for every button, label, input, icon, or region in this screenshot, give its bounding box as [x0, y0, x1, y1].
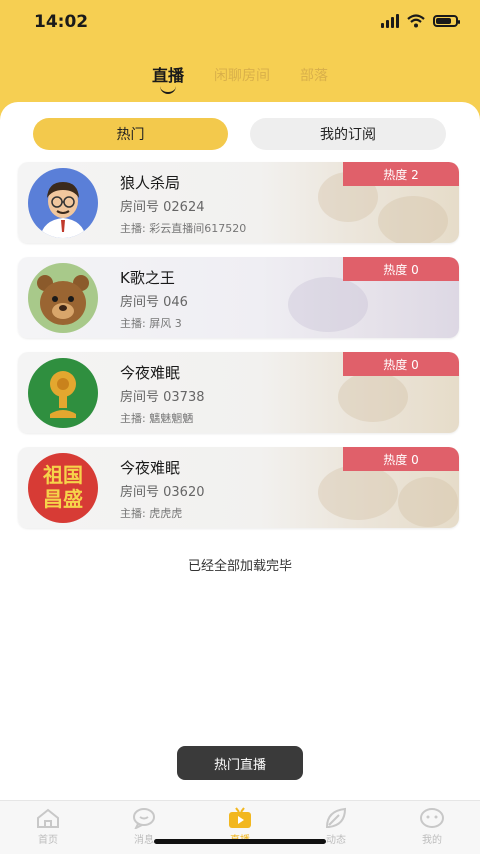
tab-live-label: 直播 — [151, 66, 184, 85]
room-card[interactable]: 祖国昌盛 今夜难眠 房间号 03620 主播: 虎虎虎 热度 0 — [18, 447, 459, 528]
room-number: 房间号 046 — [120, 295, 188, 310]
tab-home[interactable]: 首页 — [18, 807, 78, 846]
battery-icon — [433, 15, 460, 27]
bear-avatar — [28, 263, 98, 333]
room-name: 狼人杀局 — [120, 174, 181, 192]
tab-profile-label: 我的 — [422, 835, 442, 846]
room-number: 房间号 03620 — [120, 485, 205, 500]
room-name: 今夜难眠 — [120, 459, 181, 477]
home-icon — [37, 808, 59, 828]
live-tv-icon — [229, 807, 251, 828]
room-host: 主播: 彩云直播间617520 — [120, 222, 247, 235]
status-icons — [381, 14, 460, 28]
tab-profile[interactable]: 我的 — [402, 807, 462, 846]
top-tabs: 直播 闲聊房间 部落 — [0, 62, 480, 96]
calligraphy-avatar: 祖国昌盛 — [28, 453, 98, 523]
hot-live-button[interactable]: 热门直播 — [177, 746, 303, 780]
segment-subscribed[interactable]: 我的订阅 — [250, 118, 446, 150]
man-with-glasses-avatar — [28, 168, 98, 238]
tab-feed-label: 动态 — [326, 835, 346, 846]
bottom-tabbar: 首页 消息 直播 动态 我的 — [0, 800, 480, 854]
status-time: 14:02 — [34, 12, 89, 32]
room-number: 房间号 03738 — [120, 390, 205, 405]
room-host: 主播: 魑魅魍魉 — [120, 412, 194, 425]
tab-messages-label: 消息 — [134, 835, 154, 846]
room-card[interactable]: 今夜难眠 房间号 03738 主播: 魑魅魍魉 热度 0 — [18, 352, 459, 433]
room-name: 今夜难眠 — [120, 364, 181, 382]
tab-tribe[interactable]: 部落 — [300, 62, 328, 96]
chat-icon — [133, 808, 155, 829]
all-loaded-text: 已经全部加载完毕 — [187, 559, 292, 574]
home-indicator — [154, 839, 326, 844]
face-icon — [420, 808, 444, 828]
heat-badge: 热度 2 — [343, 162, 459, 186]
leaf-icon — [325, 807, 347, 828]
room-card[interactable]: 狼人杀局 房间号 02624 主播: 彩云直播间617520 热度 2 — [18, 162, 459, 243]
heat-badge: 热度 0 — [343, 447, 459, 471]
signal-icon — [381, 14, 399, 28]
wifi-icon — [407, 14, 425, 28]
status-bar: 14:02 — [0, 0, 480, 46]
gold-statue-avatar — [28, 358, 98, 428]
tab-chat-rooms[interactable]: 闲聊房间 — [214, 62, 270, 96]
room-name: K歌之王 — [120, 269, 175, 287]
room-number: 房间号 02624 — [120, 200, 205, 215]
heat-badge: 热度 0 — [343, 257, 459, 281]
avatar-calligraphy-text: 祖国昌盛 — [43, 463, 83, 511]
room-card[interactable]: K歌之王 房间号 046 主播: 屏风 3 热度 0 — [18, 257, 459, 338]
tab-home-label: 首页 — [38, 835, 58, 846]
tab-active-indicator — [159, 86, 176, 94]
heat-badge: 热度 0 — [343, 352, 459, 376]
segment-hot[interactable]: 热门 — [33, 118, 228, 150]
room-host: 主播: 虎虎虎 — [120, 507, 183, 520]
room-host: 主播: 屏风 3 — [120, 317, 182, 330]
tab-live[interactable]: 直播 — [152, 62, 184, 96]
